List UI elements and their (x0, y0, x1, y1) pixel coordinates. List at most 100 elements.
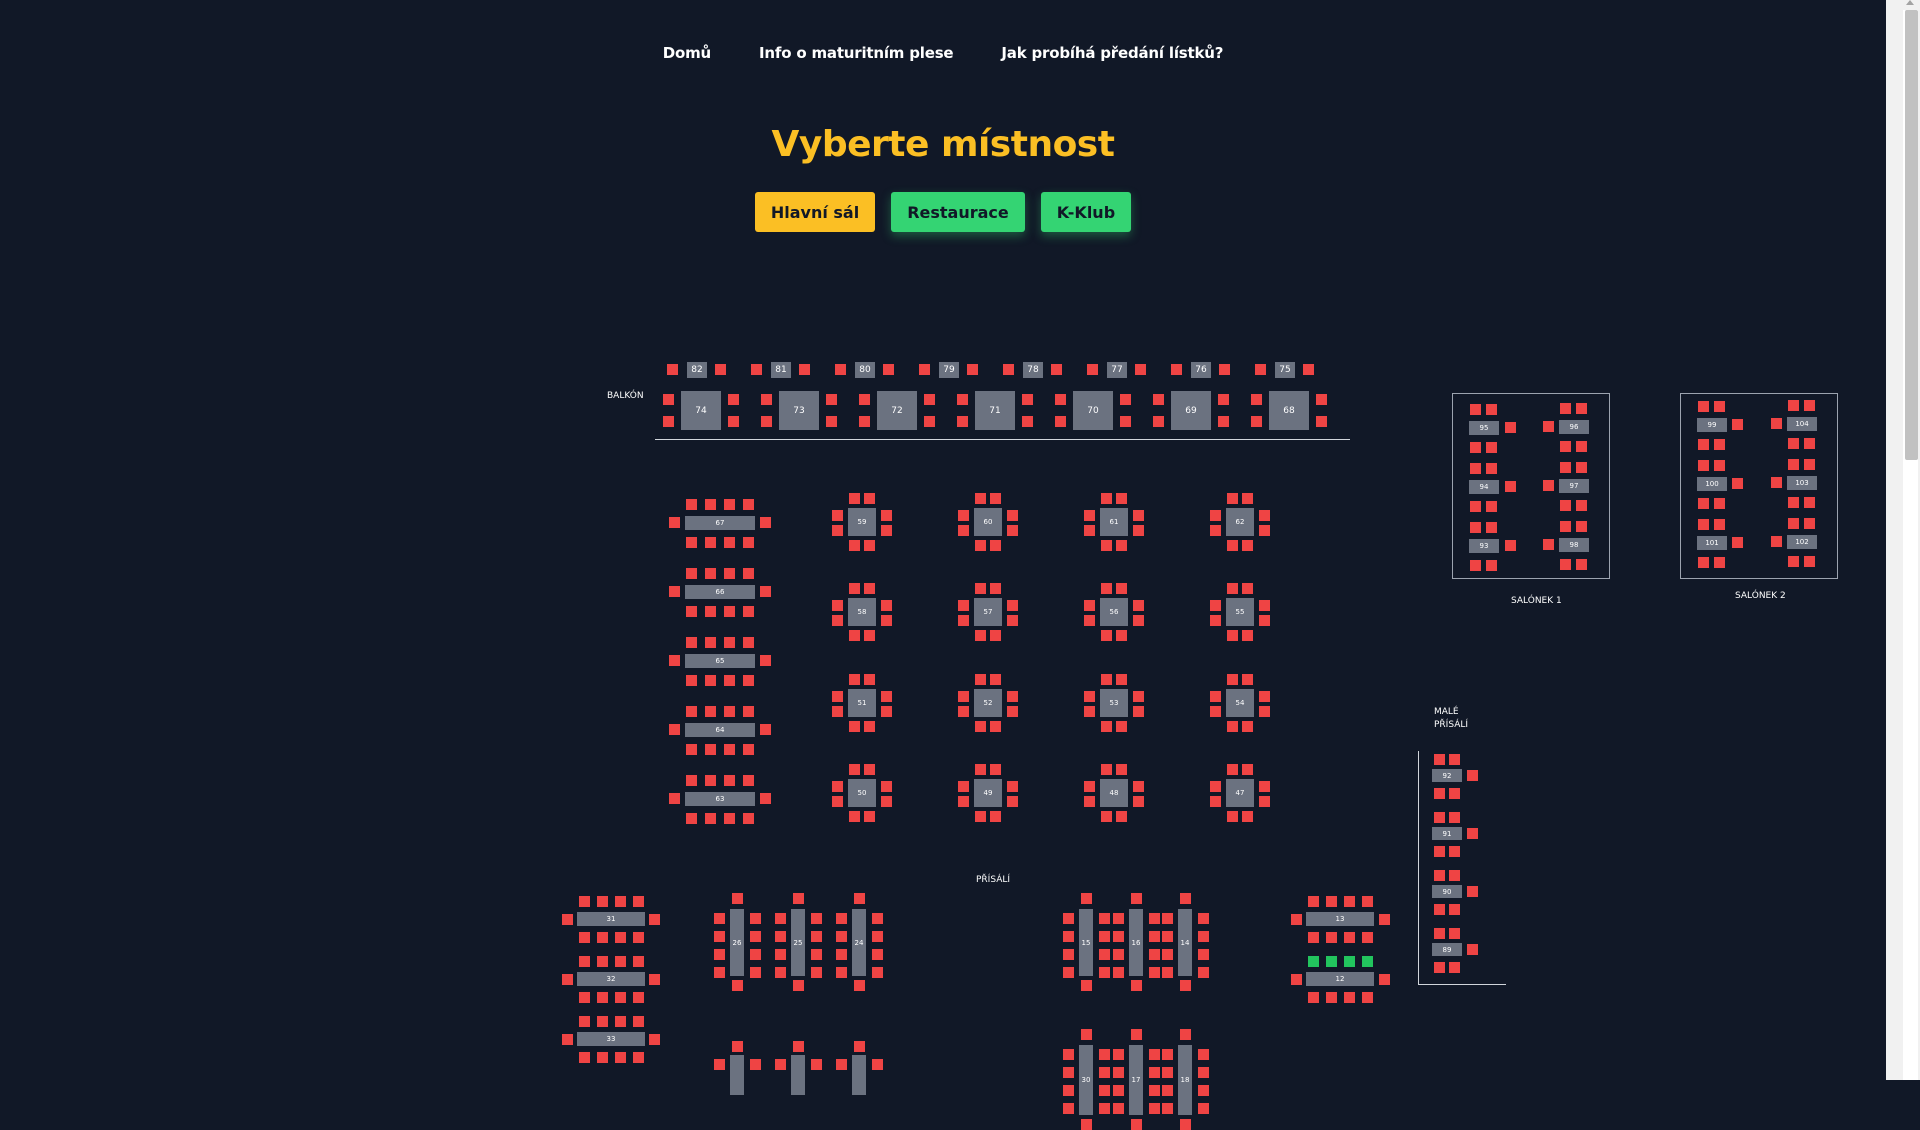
seat-occupied[interactable] (686, 706, 697, 717)
seat-occupied[interactable] (1543, 480, 1554, 491)
seat-occupied[interactable] (1470, 442, 1481, 453)
seat-occupied[interactable] (1007, 691, 1018, 702)
seat-occupied[interactable] (1113, 931, 1124, 942)
seat-occupied[interactable] (1063, 967, 1074, 978)
seat-occupied[interactable] (1259, 525, 1270, 536)
seat-occupied[interactable] (743, 813, 754, 824)
seat-occupied[interactable] (872, 931, 883, 942)
seat-occupied[interactable] (775, 931, 786, 942)
seat-occupied[interactable] (1227, 493, 1238, 504)
seat-occupied[interactable] (1434, 754, 1445, 765)
table-82[interactable]: 82 (687, 362, 707, 378)
table-55[interactable]: 55 (1226, 598, 1254, 626)
seat-occupied[interactable] (1101, 811, 1112, 822)
seat-occupied[interactable] (597, 1052, 608, 1063)
seat-occupied[interactable] (990, 721, 1001, 732)
seat-occupied[interactable] (615, 896, 626, 907)
table-90[interactable]: 90 (1432, 885, 1462, 898)
seat-occupied[interactable] (1099, 1085, 1110, 1096)
seat-occupied[interactable] (1434, 962, 1445, 973)
seat-occupied[interactable] (1326, 896, 1337, 907)
seat-occupied[interactable] (1543, 421, 1554, 432)
seat-occupied[interactable] (958, 691, 969, 702)
seat-occupied[interactable] (686, 775, 697, 786)
seat-occupied[interactable] (1227, 674, 1238, 685)
table-79[interactable]: 79 (939, 362, 959, 378)
seat-occupied[interactable] (1162, 931, 1173, 942)
seat-occupied[interactable] (649, 1034, 660, 1045)
table-75[interactable]: 75 (1275, 362, 1295, 378)
seat-occupied[interactable] (1099, 949, 1110, 960)
seat-occupied[interactable] (1113, 1067, 1124, 1078)
seat-occupied[interactable] (836, 931, 847, 942)
seat-occupied[interactable] (1149, 967, 1160, 978)
seat-occupied[interactable] (1084, 706, 1095, 717)
table-96[interactable]: 96 (1559, 420, 1589, 434)
seat-occupied[interactable] (1505, 540, 1516, 551)
seat-occupied[interactable] (1362, 896, 1373, 907)
seat-occupied[interactable] (1133, 706, 1144, 717)
seat-occupied[interactable] (975, 674, 986, 685)
seat-occupied[interactable] (1543, 539, 1554, 550)
seat-occupied[interactable] (579, 896, 590, 907)
table-26[interactable]: 26 (730, 909, 744, 976)
seat-occupied[interactable] (1101, 540, 1112, 551)
seat-occupied[interactable] (1698, 557, 1709, 568)
seat-occupied[interactable] (1505, 481, 1516, 492)
seat-occupied[interactable] (1116, 493, 1127, 504)
seat-occupied[interactable] (615, 1052, 626, 1063)
table-30[interactable]: 30 (1079, 1045, 1093, 1115)
seat-occupied[interactable] (1732, 419, 1743, 430)
seat-occupied[interactable] (1698, 498, 1709, 509)
seat-occupied[interactable] (775, 1059, 786, 1070)
seat-occupied[interactable] (1259, 781, 1270, 792)
seat-occupied[interactable] (1131, 980, 1142, 991)
seat-occupied[interactable] (1470, 560, 1481, 571)
seat-occupied[interactable] (1449, 962, 1460, 973)
seat-occupied[interactable] (832, 796, 843, 807)
seat-occupied[interactable] (1470, 522, 1481, 533)
seat-occupied[interactable] (832, 510, 843, 521)
seat-occupied[interactable] (1259, 706, 1270, 717)
seat-occupied[interactable] (1344, 896, 1355, 907)
seat-occupied[interactable] (724, 606, 735, 617)
seat-occupied[interactable] (705, 606, 716, 617)
seat-occupied[interactable] (1162, 1085, 1173, 1096)
seat-occupied[interactable] (714, 949, 725, 960)
seat-occupied[interactable] (849, 583, 860, 594)
seat-occupied[interactable] (669, 793, 680, 804)
seat-occupied[interactable] (1149, 1103, 1160, 1114)
seat-occupied[interactable] (663, 416, 674, 427)
seat-occupied[interactable] (1063, 1103, 1074, 1114)
seat-occupied[interactable] (1063, 913, 1074, 924)
seat-occupied[interactable] (1379, 914, 1390, 925)
seat-occupied[interactable] (597, 1016, 608, 1027)
seat-occupied[interactable] (1210, 796, 1221, 807)
seat-occupied[interactable] (1434, 846, 1445, 857)
seat-occupied[interactable] (1714, 519, 1725, 530)
seat-occupied[interactable] (1291, 914, 1302, 925)
seat-occupied[interactable] (1434, 788, 1445, 799)
seat-occupied[interactable] (761, 394, 772, 405)
seat-occupied[interactable] (975, 540, 986, 551)
seat-occupied[interactable] (836, 1059, 847, 1070)
seat-occupied[interactable] (1180, 1029, 1191, 1040)
seat-occupied[interactable] (793, 1041, 804, 1052)
seat-occupied[interactable] (1149, 1067, 1160, 1078)
seat-occupied[interactable] (724, 706, 735, 717)
seat-occupied[interactable] (1771, 477, 1782, 488)
seat-occupied[interactable] (990, 630, 1001, 641)
table-53[interactable]: 53 (1100, 689, 1128, 717)
table-102[interactable]: 102 (1787, 535, 1817, 549)
seat-occupied[interactable] (760, 724, 771, 735)
table-18[interactable]: 18 (1178, 1045, 1192, 1115)
seat-occupied[interactable] (1007, 706, 1018, 717)
seat-occupied[interactable] (1113, 1103, 1124, 1114)
seat-occupied[interactable] (1303, 364, 1314, 375)
seat-occupied[interactable] (667, 364, 678, 375)
seat-occupied[interactable] (579, 932, 590, 943)
seat-occupied[interactable] (872, 967, 883, 978)
seat-occupied[interactable] (1344, 932, 1355, 943)
seat-occupied[interactable] (1003, 364, 1014, 375)
seat-occupied[interactable] (728, 394, 739, 405)
